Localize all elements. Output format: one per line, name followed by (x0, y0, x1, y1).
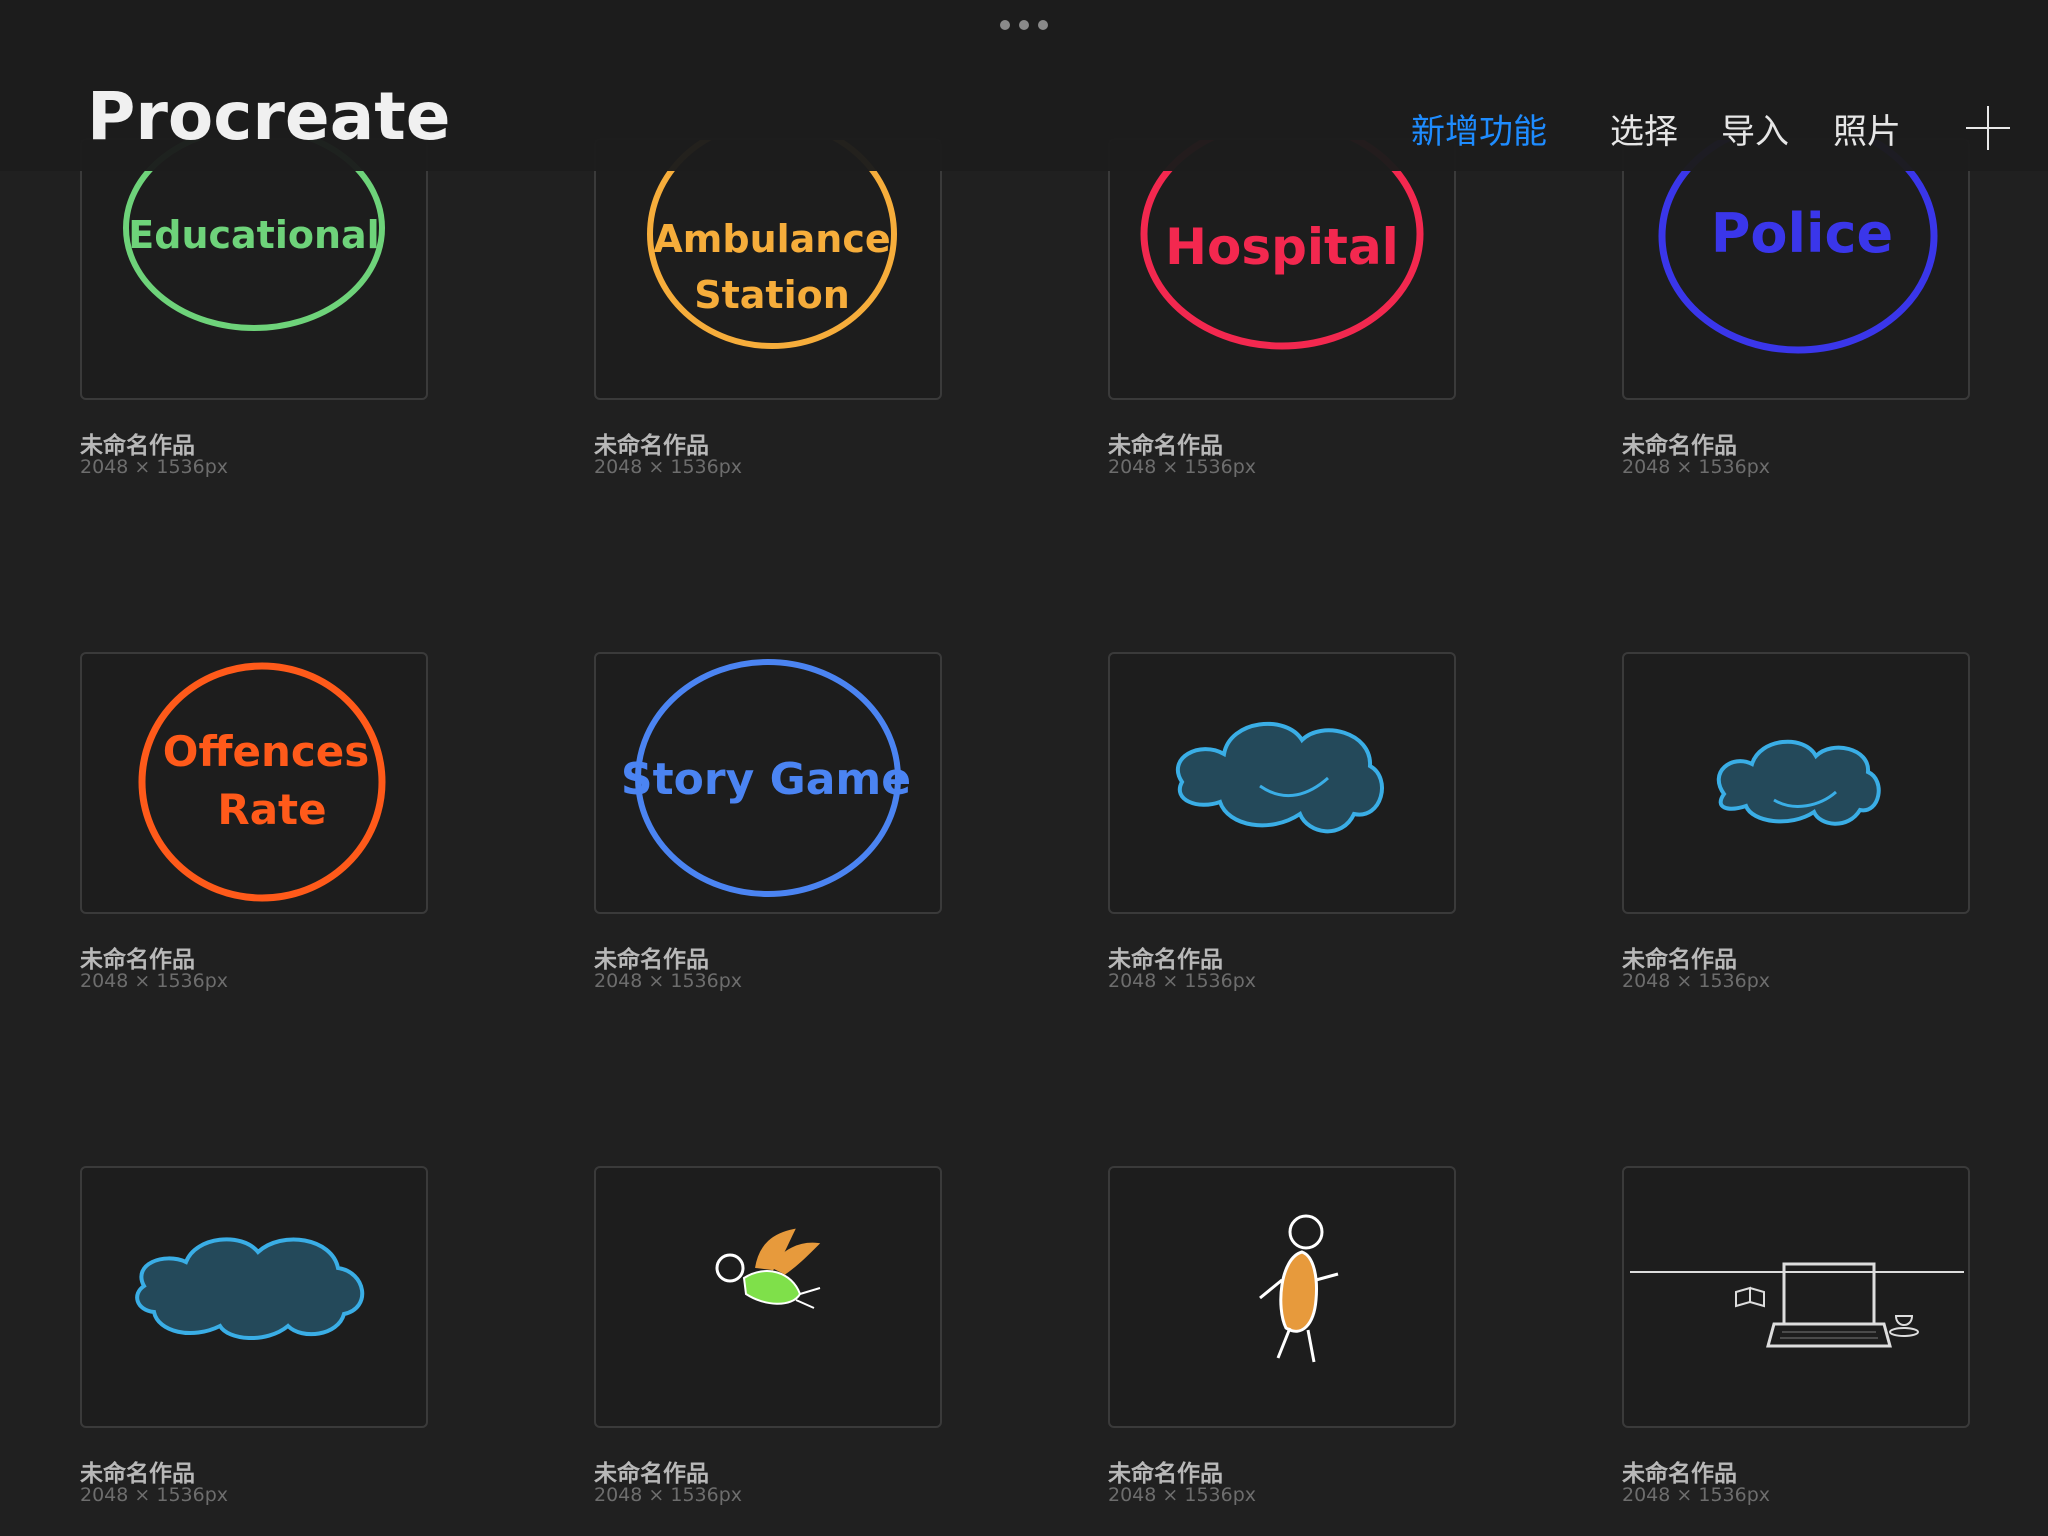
artwork-art: Educational (123, 140, 385, 331)
ellipsis-icon[interactable] (1000, 19, 1048, 31)
artwork-thumbnail[interactable]: Educational (80, 138, 428, 400)
artwork-grid: Educational 未命名作品 2048 × 1536px Ambulanc… (0, 0, 2048, 1536)
top-navigation-bar: Procreate 新增功能 选择 导入 照片 (0, 0, 2048, 171)
artwork-thumbnail[interactable] (1108, 652, 1456, 914)
artwork-card[interactable]: Hospital 未命名作品 2048 × 1536px (1108, 138, 1456, 498)
app-title: Procreate (87, 78, 451, 155)
artwork-title[interactable]: 未命名作品 (594, 940, 709, 974)
artwork-label: Hospital (1165, 218, 1399, 276)
artwork-dimensions: 2048 × 1536px (80, 970, 229, 992)
cloud-shape (1175, 721, 1384, 834)
artwork-card[interactable]: Ambulance Station 未命名作品 2048 × 1536px (594, 138, 942, 498)
artwork-dimensions: 2048 × 1536px (1622, 970, 1771, 992)
artwork-title[interactable]: 未命名作品 (80, 1454, 195, 1488)
artwork-title[interactable]: 未命名作品 (80, 940, 195, 974)
artwork-card[interactable]: Offences Rate 未命名作品 2048 × 1536px (80, 652, 428, 1012)
artwork-title[interactable]: 未命名作品 (1622, 1454, 1737, 1488)
flying-figure-drawing (715, 1228, 821, 1309)
artwork-dimensions: 2048 × 1536px (594, 1484, 743, 1506)
artwork-card[interactable]: 未命名作品 2048 × 1536px (1108, 1166, 1456, 1526)
artwork-thumbnail[interactable] (1622, 652, 1970, 914)
plus-icon[interactable] (1966, 106, 2010, 150)
artwork-thumbnail[interactable]: Story Game (594, 652, 942, 914)
artwork-card[interactable]: Educational 未命名作品 2048 × 1536px (80, 138, 428, 498)
artwork-dimensions: 2048 × 1536px (1622, 456, 1771, 478)
artwork-card[interactable]: 未命名作品 2048 × 1536px (594, 1166, 942, 1526)
cloud-drawing (135, 1237, 365, 1340)
artwork-card[interactable]: 未命名作品 2048 × 1536px (1108, 652, 1456, 1012)
artwork-card[interactable]: 未命名作品 2048 × 1536px (1622, 652, 1970, 1012)
artwork-art: Offences Rate (138, 662, 386, 902)
artwork-title[interactable]: 未命名作品 (594, 426, 709, 460)
artwork-card[interactable]: Story Game 未命名作品 2048 × 1536px (594, 652, 942, 1012)
artwork-label: Station (694, 273, 850, 317)
artwork-card[interactable]: Police 未命名作品 2048 × 1536px (1622, 138, 1970, 498)
artwork-label: Ambulance (653, 217, 890, 261)
artwork-art: Story Game (621, 659, 911, 897)
laptop-desk-drawing (1630, 1262, 1964, 1348)
artwork-dimensions: 2048 × 1536px (1622, 1484, 1771, 1506)
cloud-drawing (1716, 739, 1881, 826)
new-features-button[interactable]: 新增功能 (1411, 104, 1547, 152)
artwork-art: Ambulance Station (647, 140, 897, 349)
artwork-title[interactable]: 未命名作品 (80, 426, 195, 460)
circle-stroke (138, 662, 386, 902)
import-button[interactable]: 导入 (1721, 104, 1789, 152)
walking-figure-drawing (1259, 1214, 1339, 1363)
artwork-title[interactable]: 未命名作品 (1108, 426, 1223, 460)
artwork-thumbnail[interactable]: Police (1622, 138, 1970, 400)
select-button[interactable]: 选择 (1610, 104, 1678, 152)
artwork-card[interactable]: 未命名作品 2048 × 1536px (80, 1166, 428, 1526)
artwork-thumbnail[interactable] (80, 1166, 428, 1428)
artwork-dimensions: 2048 × 1536px (1108, 970, 1257, 992)
artwork-dimensions: 2048 × 1536px (80, 1484, 229, 1506)
artwork-dimensions: 2048 × 1536px (1108, 456, 1257, 478)
artwork-title[interactable]: 未命名作品 (594, 1454, 709, 1488)
artwork-title[interactable]: 未命名作品 (1108, 1454, 1223, 1488)
artwork-card[interactable]: 未命名作品 2048 × 1536px (1622, 1166, 1970, 1526)
artwork-label: Police (1711, 202, 1893, 265)
artwork-label: Offences (163, 727, 370, 776)
artwork-thumbnail[interactable]: Hospital (1108, 138, 1456, 400)
artwork-thumbnail[interactable]: Ambulance Station (594, 138, 942, 400)
cloud-drawing (1175, 721, 1384, 834)
artwork-thumbnail[interactable] (1108, 1166, 1456, 1428)
artwork-art: Police (1658, 140, 1938, 354)
artwork-title[interactable]: 未命名作品 (1108, 940, 1223, 974)
artwork-dimensions: 2048 × 1536px (1108, 1484, 1257, 1506)
artwork-label: Educational (128, 213, 379, 257)
artwork-art: Hospital (1140, 140, 1424, 350)
cloud-shape (135, 1237, 365, 1340)
procreate-gallery: Educational 未命名作品 2048 × 1536px Ambulanc… (0, 0, 2048, 1536)
artwork-label: Rate (217, 785, 326, 834)
artwork-label: Story Game (621, 754, 911, 805)
artwork-dimensions: 2048 × 1536px (594, 970, 743, 992)
artwork-dimensions: 2048 × 1536px (80, 456, 229, 478)
artwork-thumbnail[interactable] (1622, 1166, 1970, 1428)
artwork-thumbnail[interactable] (594, 1166, 942, 1428)
artwork-dimensions: 2048 × 1536px (594, 456, 743, 478)
artwork-thumbnail[interactable]: Offences Rate (80, 652, 428, 914)
cloud-shape (1716, 739, 1881, 826)
photos-button[interactable]: 照片 (1833, 104, 1901, 152)
artwork-title[interactable]: 未命名作品 (1622, 426, 1737, 460)
artwork-title[interactable]: 未命名作品 (1622, 940, 1737, 974)
